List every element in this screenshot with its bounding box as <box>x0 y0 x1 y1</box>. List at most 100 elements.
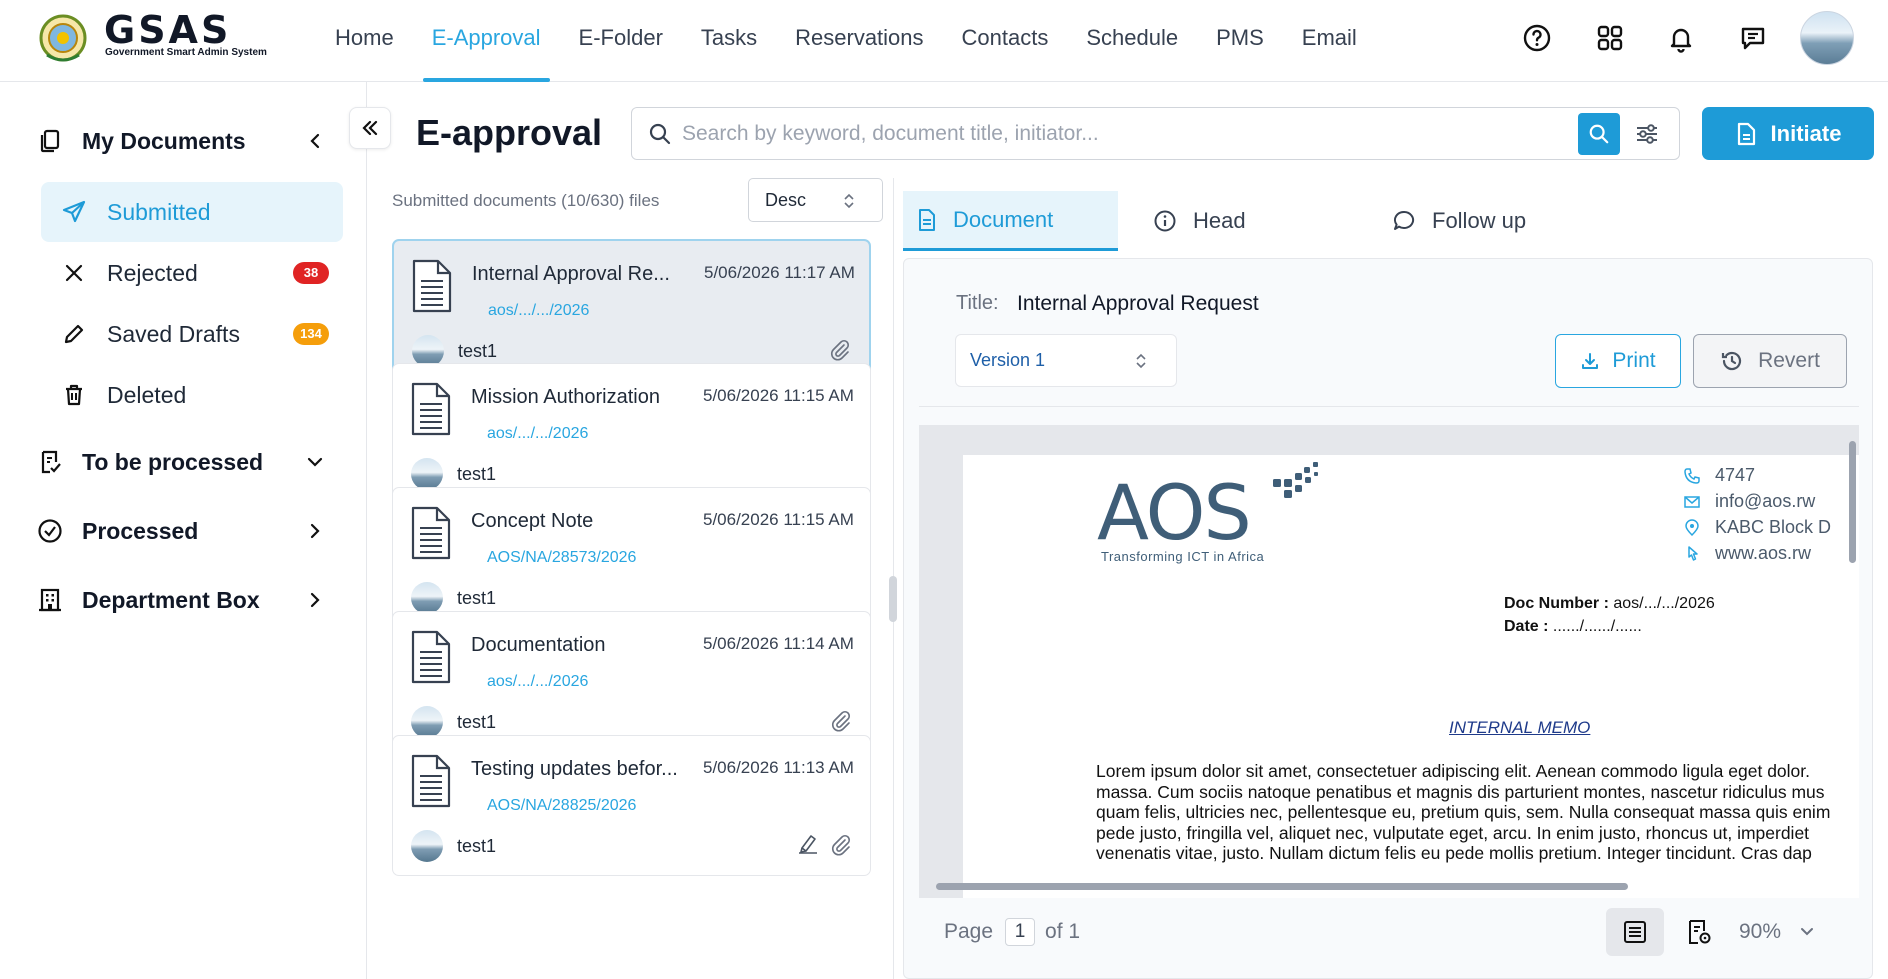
pdf-page: AOS Transforming ICT in Africa 4747 info… <box>963 455 1859 898</box>
resize-handle[interactable] <box>889 576 897 622</box>
document-card[interactable]: Mission Authorization 5/06/2026 11:15 AM a… <box>392 363 871 504</box>
file-document-icon <box>409 630 453 684</box>
sidebar-processed[interactable]: Processed <box>36 517 326 545</box>
document-title: Concept Note <box>471 510 594 532</box>
sidebar-item-label: Saved Drafts <box>107 320 240 347</box>
doc-number-label: Doc Number : <box>1504 595 1609 612</box>
chat-icon[interactable] <box>1737 22 1769 54</box>
tab-follow-up[interactable]: Follow up <box>1378 191 1526 251</box>
nav-schedule[interactable]: Schedule <box>1067 0 1197 82</box>
sidebar-to-be-processed[interactable]: To be processed <box>36 448 326 476</box>
page-title: E-approval <box>416 112 603 153</box>
document-reference: AOS/NA/28573/2026 <box>487 549 637 566</box>
nav-pms[interactable]: PMS <box>1197 0 1283 82</box>
bell-icon[interactable] <box>1665 22 1697 54</box>
document-title: Internal Approval Re... <box>472 263 670 285</box>
document-date: 5/06/2026 11:15 AM <box>703 510 854 529</box>
revert-label: Revert <box>1758 349 1820 372</box>
contact-website-text: www.aos.rw <box>1715 543 1812 563</box>
memo-body-line: Lorem ipsum dolor sit amet, consectetuer… <box>1096 761 1811 781</box>
attachment-icon[interactable] <box>830 834 852 856</box>
app-logo[interactable]: GSAS <box>104 10 231 50</box>
chevron-right-icon[interactable] <box>304 520 326 542</box>
memo-body-line: massa. Cum sociis natoque penatibus et m… <box>1096 781 1825 802</box>
updown-chevron-icon <box>844 193 854 209</box>
sidebar-item-saved-drafts[interactable]: Saved Drafts 134 <box>41 304 343 364</box>
zoom-select[interactable]: 90% <box>1739 920 1815 944</box>
page-number-input[interactable]: 1 <box>1005 918 1036 946</box>
aos-logo-text: AOS <box>1097 468 1252 557</box>
document-card[interactable]: Internal Approval Re... 5/06/2026 11:17 A… <box>392 239 871 380</box>
document-card[interactable]: Concept Note 5/06/2026 11:15 AM AOS/NA/285… <box>392 487 871 628</box>
doc-number-line: Doc Number : aos/.../.../2026 <box>1504 595 1715 613</box>
page-navigator: Page 1 of 1 <box>944 918 1080 946</box>
document-settings-button[interactable] <box>1670 908 1728 956</box>
nav-contacts[interactable]: Contacts <box>943 0 1068 82</box>
sidebar-my-documents[interactable]: My Documents <box>36 127 326 155</box>
sidebar-department-box-label: Department Box <box>82 586 260 613</box>
nav-tasks[interactable]: Tasks <box>682 0 776 82</box>
pdf-preview-area[interactable]: AOS Transforming ICT in Africa 4747 info… <box>919 425 1859 898</box>
sidebar-department-box[interactable]: Department Box <box>36 586 326 614</box>
initiator-avatar <box>411 706 443 738</box>
collapse-sidebar-button[interactable] <box>349 107 391 149</box>
initiator-avatar <box>411 458 443 490</box>
chevron-down-icon[interactable] <box>304 451 326 473</box>
check-circle-icon <box>38 519 62 543</box>
document-card[interactable]: Testing updates befor... 5/06/2026 11:13 … <box>392 735 871 876</box>
main-nav: Home E-Approval E-Folder Tasks Reservati… <box>316 0 1376 82</box>
government-emblem-icon <box>39 14 87 62</box>
help-icon[interactable] <box>1521 22 1553 54</box>
nav-home[interactable]: Home <box>316 0 413 82</box>
search-button[interactable] <box>1578 113 1620 155</box>
pointer-icon <box>1688 545 1698 561</box>
nav-e-folder[interactable]: E-Folder <box>560 0 682 82</box>
chevron-right-icon[interactable] <box>304 589 326 611</box>
nav-reservations[interactable]: Reservations <box>776 0 942 82</box>
trash-icon <box>66 384 82 406</box>
download-icon <box>1582 353 1599 369</box>
attachment-icon[interactable] <box>829 339 851 361</box>
initiator-avatar <box>411 830 443 862</box>
horizontal-scrollbar[interactable] <box>922 881 1842 891</box>
divider <box>919 406 1859 407</box>
version-value: Version 1 <box>970 350 1046 370</box>
attachment-icon[interactable] <box>830 710 852 732</box>
nav-e-approval[interactable]: E-Approval <box>413 0 560 82</box>
sort-order-value: Desc <box>765 190 807 210</box>
filter-sliders-icon[interactable] <box>1633 120 1661 148</box>
apps-grid-icon[interactable] <box>1594 22 1626 54</box>
sidebar-item-submitted[interactable]: Submitted <box>41 182 343 242</box>
nav-email[interactable]: Email <box>1283 0 1376 82</box>
print-button[interactable]: Print <box>1555 334 1681 388</box>
vertical-scrollbar[interactable] <box>1847 433 1857 803</box>
double-chevron-left-icon <box>362 120 378 136</box>
document-settings-icon <box>1689 920 1711 944</box>
revert-button[interactable]: Revert <box>1693 334 1847 388</box>
signature-icon <box>796 832 820 856</box>
document-card[interactable]: Documentation 5/06/2026 11:14 AM aos/.../.… <box>392 611 871 752</box>
tab-head[interactable]: Head <box>1139 191 1246 251</box>
file-document-icon <box>409 506 453 560</box>
document-title: Testing updates befor... <box>471 758 678 780</box>
version-select[interactable]: Version 1 <box>955 334 1177 387</box>
logo-dots-graphic <box>1273 462 1318 498</box>
search-input[interactable] <box>682 108 1552 159</box>
aos-logo: AOS Transforming ICT in Africa <box>1097 462 1318 564</box>
tab-document[interactable]: Document <box>903 191 1118 251</box>
chevron-left-icon[interactable] <box>304 130 326 152</box>
sidebar-item-deleted[interactable]: Deleted <box>41 365 343 425</box>
single-page-view-button[interactable] <box>1606 908 1664 956</box>
user-avatar[interactable] <box>1800 11 1854 65</box>
sidebar-item-rejected[interactable]: Rejected 38 <box>41 243 343 303</box>
sort-order-select[interactable]: Desc <box>748 178 883 222</box>
initiate-button[interactable]: Initiate <box>1702 107 1874 160</box>
document-date: 5/06/2026 11:17 AM <box>704 263 855 282</box>
initiator-avatar <box>411 582 443 614</box>
search-icon <box>649 123 671 145</box>
chevron-down-icon <box>1801 928 1814 936</box>
info-icon <box>1154 210 1176 232</box>
document-title: Documentation <box>471 634 606 656</box>
aos-tagline: Transforming ICT in Africa <box>1101 549 1265 564</box>
sidebar: My Documents Submitted Rejected 38 Saved… <box>0 82 367 979</box>
